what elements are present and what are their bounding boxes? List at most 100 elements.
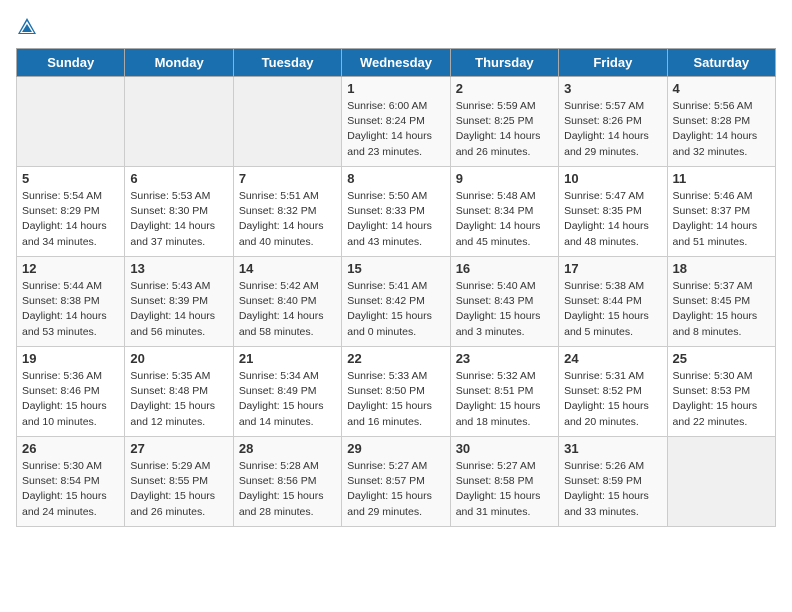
day-number: 3 xyxy=(564,81,661,96)
cell-info: Sunrise: 5:43 AM Sunset: 8:39 PM Dayligh… xyxy=(130,279,227,340)
day-number: 6 xyxy=(130,171,227,186)
calendar-cell: 18 Sunrise: 5:37 AM Sunset: 8:45 PM Dayli… xyxy=(667,257,775,347)
cell-info: Sunrise: 5:53 AM Sunset: 8:30 PM Dayligh… xyxy=(130,189,227,250)
calendar-cell xyxy=(667,437,775,527)
calendar-cell xyxy=(125,77,233,167)
day-number: 17 xyxy=(564,261,661,276)
cell-info: Sunrise: 5:50 AM Sunset: 8:33 PM Dayligh… xyxy=(347,189,444,250)
day-number: 22 xyxy=(347,351,444,366)
day-number: 18 xyxy=(673,261,770,276)
day-number: 30 xyxy=(456,441,553,456)
cell-info: Sunrise: 5:29 AM Sunset: 8:55 PM Dayligh… xyxy=(130,459,227,520)
page-header xyxy=(16,16,776,38)
day-number: 20 xyxy=(130,351,227,366)
day-number: 5 xyxy=(22,171,119,186)
cell-info: Sunrise: 5:41 AM Sunset: 8:42 PM Dayligh… xyxy=(347,279,444,340)
calendar-week-1: 1 Sunrise: 6:00 AM Sunset: 8:24 PM Daylig… xyxy=(17,77,776,167)
weekday-header-wednesday: Wednesday xyxy=(342,49,450,77)
cell-info: Sunrise: 5:42 AM Sunset: 8:40 PM Dayligh… xyxy=(239,279,336,340)
calendar-cell: 3Sunrise: 5:57 AM Sunset: 8:26 PM Daylig… xyxy=(559,77,667,167)
cell-info: Sunrise: 5:35 AM Sunset: 8:48 PM Dayligh… xyxy=(130,369,227,430)
day-number: 31 xyxy=(564,441,661,456)
cell-info: Sunrise: 5:32 AM Sunset: 8:51 PM Dayligh… xyxy=(456,369,553,430)
weekday-header-thursday: Thursday xyxy=(450,49,558,77)
weekday-header-sunday: Sunday xyxy=(17,49,125,77)
day-number: 2 xyxy=(456,81,553,96)
day-number: 7 xyxy=(239,171,336,186)
calendar-cell: 11 Sunrise: 5:46 AM Sunset: 8:37 PM Dayli… xyxy=(667,167,775,257)
cell-info: Sunrise: 5:34 AM Sunset: 8:49 PM Dayligh… xyxy=(239,369,336,430)
calendar-cell xyxy=(233,77,341,167)
cell-info: Sunrise: 5:56 AM Sunset: 8:28 PM Dayligh… xyxy=(673,99,770,160)
calendar-cell: 23 Sunrise: 5:32 AM Sunset: 8:51 PM Dayli… xyxy=(450,347,558,437)
day-number: 26 xyxy=(22,441,119,456)
calendar-cell: 6 Sunrise: 5:53 AM Sunset: 8:30 PM Daylig… xyxy=(125,167,233,257)
cell-info: Sunrise: 5:36 AM Sunset: 8:46 PM Dayligh… xyxy=(22,369,119,430)
calendar-cell: 7 Sunrise: 5:51 AM Sunset: 8:32 PM Daylig… xyxy=(233,167,341,257)
day-number: 25 xyxy=(673,351,770,366)
cell-info: Sunrise: 6:00 AM Sunset: 8:24 PM Dayligh… xyxy=(347,99,444,160)
calendar-cell: 30 Sunrise: 5:27 AM Sunset: 8:58 PM Dayli… xyxy=(450,437,558,527)
calendar-week-3: 12 Sunrise: 5:44 AM Sunset: 8:38 PM Dayli… xyxy=(17,257,776,347)
calendar-cell: 20 Sunrise: 5:35 AM Sunset: 8:48 PM Dayli… xyxy=(125,347,233,437)
cell-info: Sunrise: 5:28 AM Sunset: 8:56 PM Dayligh… xyxy=(239,459,336,520)
calendar-cell: 28 Sunrise: 5:28 AM Sunset: 8:56 PM Dayli… xyxy=(233,437,341,527)
cell-info: Sunrise: 5:46 AM Sunset: 8:37 PM Dayligh… xyxy=(673,189,770,250)
day-number: 9 xyxy=(456,171,553,186)
calendar-cell xyxy=(17,77,125,167)
calendar-cell: 17 Sunrise: 5:38 AM Sunset: 8:44 PM Dayli… xyxy=(559,257,667,347)
calendar-cell: 16Sunrise: 5:40 AM Sunset: 8:43 PM Dayli… xyxy=(450,257,558,347)
calendar-cell: 13Sunrise: 5:43 AM Sunset: 8:39 PM Dayli… xyxy=(125,257,233,347)
weekday-header-saturday: Saturday xyxy=(667,49,775,77)
day-number: 12 xyxy=(22,261,119,276)
day-number: 4 xyxy=(673,81,770,96)
day-number: 11 xyxy=(673,171,770,186)
calendar-cell: 1 Sunrise: 6:00 AM Sunset: 8:24 PM Daylig… xyxy=(342,77,450,167)
day-number: 21 xyxy=(239,351,336,366)
day-number: 28 xyxy=(239,441,336,456)
logo xyxy=(16,16,42,38)
cell-info: Sunrise: 5:37 AM Sunset: 8:45 PM Dayligh… xyxy=(673,279,770,340)
calendar-cell: 4 Sunrise: 5:56 AM Sunset: 8:28 PM Daylig… xyxy=(667,77,775,167)
calendar-cell: 25 Sunrise: 5:30 AM Sunset: 8:53 PM Dayli… xyxy=(667,347,775,437)
calendar-cell: 12 Sunrise: 5:44 AM Sunset: 8:38 PM Dayli… xyxy=(17,257,125,347)
calendar-cell: 29Sunrise: 5:27 AM Sunset: 8:57 PM Dayli… xyxy=(342,437,450,527)
weekday-header-friday: Friday xyxy=(559,49,667,77)
calendar-cell: 14 Sunrise: 5:42 AM Sunset: 8:40 PM Dayli… xyxy=(233,257,341,347)
calendar-cell: 9 Sunrise: 5:48 AM Sunset: 8:34 PM Daylig… xyxy=(450,167,558,257)
weekday-header-tuesday: Tuesday xyxy=(233,49,341,77)
calendar-cell: 5Sunrise: 5:54 AM Sunset: 8:29 PM Daylig… xyxy=(17,167,125,257)
cell-info: Sunrise: 5:59 AM Sunset: 8:25 PM Dayligh… xyxy=(456,99,553,160)
day-number: 19 xyxy=(22,351,119,366)
calendar-cell: 8 Sunrise: 5:50 AM Sunset: 8:33 PM Daylig… xyxy=(342,167,450,257)
weekday-header-monday: Monday xyxy=(125,49,233,77)
calendar-week-5: 26Sunrise: 5:30 AM Sunset: 8:54 PM Dayli… xyxy=(17,437,776,527)
cell-info: Sunrise: 5:27 AM Sunset: 8:57 PM Dayligh… xyxy=(347,459,444,520)
cell-info: Sunrise: 5:38 AM Sunset: 8:44 PM Dayligh… xyxy=(564,279,661,340)
day-number: 14 xyxy=(239,261,336,276)
day-number: 16 xyxy=(456,261,553,276)
calendar-week-4: 19 Sunrise: 5:36 AM Sunset: 8:46 PM Dayli… xyxy=(17,347,776,437)
cell-info: Sunrise: 5:26 AM Sunset: 8:59 PM Dayligh… xyxy=(564,459,661,520)
day-number: 24 xyxy=(564,351,661,366)
cell-info: Sunrise: 5:47 AM Sunset: 8:35 PM Dayligh… xyxy=(564,189,661,250)
day-number: 15 xyxy=(347,261,444,276)
cell-info: Sunrise: 5:33 AM Sunset: 8:50 PM Dayligh… xyxy=(347,369,444,430)
calendar-cell: 21 Sunrise: 5:34 AM Sunset: 8:49 PM Dayli… xyxy=(233,347,341,437)
cell-info: Sunrise: 5:51 AM Sunset: 8:32 PM Dayligh… xyxy=(239,189,336,250)
cell-info: Sunrise: 5:44 AM Sunset: 8:38 PM Dayligh… xyxy=(22,279,119,340)
calendar-table: SundayMondayTuesdayWednesdayThursdayFrid… xyxy=(16,48,776,527)
cell-info: Sunrise: 5:27 AM Sunset: 8:58 PM Dayligh… xyxy=(456,459,553,520)
day-number: 27 xyxy=(130,441,227,456)
day-number: 8 xyxy=(347,171,444,186)
calendar-cell: 15 Sunrise: 5:41 AM Sunset: 8:42 PM Dayli… xyxy=(342,257,450,347)
day-number: 1 xyxy=(347,81,444,96)
calendar-cell: 19 Sunrise: 5:36 AM Sunset: 8:46 PM Dayli… xyxy=(17,347,125,437)
day-number: 10 xyxy=(564,171,661,186)
calendar-cell: 10 Sunrise: 5:47 AM Sunset: 8:35 PM Dayli… xyxy=(559,167,667,257)
cell-info: Sunrise: 5:30 AM Sunset: 8:53 PM Dayligh… xyxy=(673,369,770,430)
calendar-cell: 22 Sunrise: 5:33 AM Sunset: 8:50 PM Dayli… xyxy=(342,347,450,437)
day-number: 23 xyxy=(456,351,553,366)
cell-info: Sunrise: 5:48 AM Sunset: 8:34 PM Dayligh… xyxy=(456,189,553,250)
calendar-week-2: 5Sunrise: 5:54 AM Sunset: 8:29 PM Daylig… xyxy=(17,167,776,257)
